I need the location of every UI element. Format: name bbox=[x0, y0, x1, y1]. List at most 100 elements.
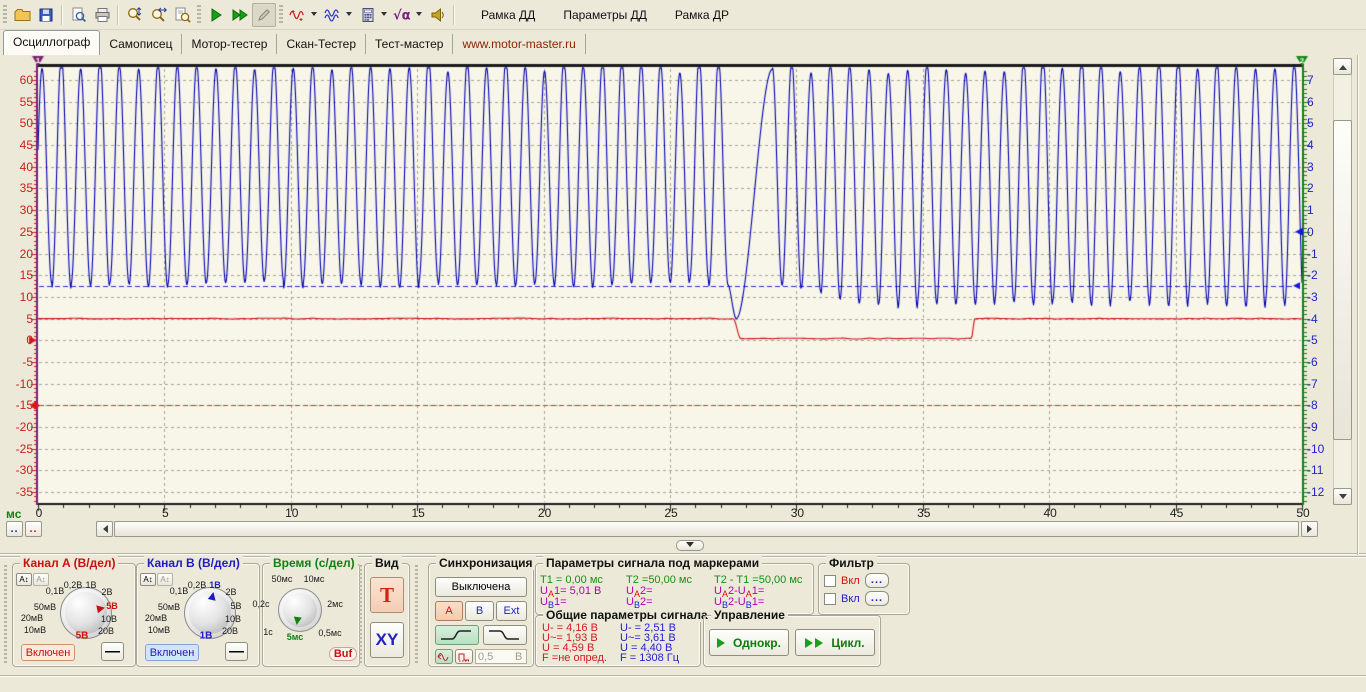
time-axis-tick-label: 30 bbox=[782, 506, 812, 520]
knob-label[interactable]: 0,2с bbox=[252, 599, 269, 609]
filter-a-more-button[interactable]: ... bbox=[865, 573, 889, 588]
separator bbox=[0, 553, 1366, 555]
ua1-value: UА1= 5,01 В bbox=[540, 586, 601, 597]
time-axis-tick-label: 50 bbox=[1288, 506, 1318, 520]
left-axis-tick-label: 15 bbox=[0, 268, 33, 282]
left-axis-tick-label: -5 bbox=[0, 355, 33, 369]
knob-selected-value: 5В bbox=[76, 631, 89, 642]
channel-a-gain-knob[interactable]: 0,1В0,2В1В2В5В10В20В10мВ20мВ50мВ5В bbox=[14, 566, 132, 642]
scope-plot[interactable] bbox=[0, 0, 1366, 545]
knob-label[interactable]: 2В bbox=[101, 587, 112, 597]
left-axis-tick-label: 50 bbox=[0, 116, 33, 130]
time-axis-tick-label: 25 bbox=[656, 506, 686, 520]
falling-edge-icon[interactable] bbox=[483, 625, 527, 645]
knob-label[interactable]: 0,5мс bbox=[318, 628, 341, 638]
knob-label[interactable]: 10В bbox=[225, 614, 241, 624]
knob-label[interactable]: 10В bbox=[101, 614, 117, 624]
time-axis-tick-label: 15 bbox=[403, 506, 433, 520]
left-axis-tick-label: 5 bbox=[0, 312, 33, 326]
knob-label[interactable]: 1с bbox=[263, 627, 273, 637]
view-title: Вид bbox=[372, 556, 402, 570]
left-axis-tick-label: 40 bbox=[0, 160, 33, 174]
knob-label[interactable]: 0,2В bbox=[64, 580, 83, 590]
sync-off-button[interactable]: Выключена bbox=[435, 577, 527, 597]
sync-source-ext-button[interactable]: Ext bbox=[496, 601, 527, 621]
knob-pointer bbox=[292, 616, 302, 629]
left-axis-tick-label: -35 bbox=[0, 485, 33, 499]
knob-label[interactable]: 10мВ bbox=[24, 625, 46, 635]
filter-title: Фильтр bbox=[826, 556, 877, 570]
knob-label[interactable]: 0,1В bbox=[46, 586, 65, 596]
knob-label[interactable]: 5мс bbox=[287, 632, 304, 642]
sync-source-b-button[interactable]: B bbox=[465, 601, 494, 621]
pulse-level-icon[interactable] bbox=[455, 649, 473, 664]
channel-b-power-button[interactable]: Включен bbox=[145, 644, 199, 661]
cycle-run-button[interactable]: Цикл. bbox=[795, 629, 875, 656]
knob-label[interactable]: 50мс bbox=[272, 574, 293, 584]
channel-a-power-button[interactable]: Включен bbox=[21, 644, 75, 661]
scroll-right-icon[interactable] bbox=[1301, 521, 1318, 537]
scroll-up-icon[interactable] bbox=[1333, 58, 1352, 75]
knob-label[interactable]: 20В bbox=[222, 626, 238, 636]
time-axis-tick-label: 0 bbox=[24, 506, 54, 520]
filter-b-more-button[interactable]: ... bbox=[865, 591, 889, 606]
left-axis-tick-label: 35 bbox=[0, 181, 33, 195]
knob-label[interactable]: 0,1В bbox=[170, 586, 189, 596]
filter-b-checkbox[interactable] bbox=[824, 593, 836, 605]
time-axis-tick-label: 35 bbox=[909, 506, 939, 520]
knob-label[interactable]: 20мВ bbox=[21, 613, 43, 623]
time-axis-tick-label: 10 bbox=[277, 506, 307, 520]
channel-a-invert-button[interactable]: — bbox=[101, 642, 124, 661]
single-run-button[interactable]: Однокр. bbox=[709, 629, 789, 656]
panel-grip[interactable] bbox=[415, 565, 418, 663]
filter-a-checkbox[interactable] bbox=[824, 575, 836, 587]
channel-b-gain-knob[interactable]: 0,1В0,2В1В2В5В10В20В10мВ20мВ50мВ1В bbox=[138, 566, 256, 642]
horizontal-scrollbar-thumb[interactable] bbox=[114, 521, 1299, 537]
time-view-button[interactable]: T bbox=[370, 577, 404, 613]
knob-label[interactable]: 5В bbox=[230, 601, 241, 611]
panel-grip[interactable] bbox=[4, 565, 7, 663]
knob-label[interactable]: 10мс bbox=[304, 574, 325, 584]
vertical-scrollbar-thumb[interactable] bbox=[1333, 120, 1352, 440]
knob-label[interactable]: 20В bbox=[98, 626, 114, 636]
left-axis-tick-label: -30 bbox=[0, 463, 33, 477]
time-base-knob[interactable]: 50мс 10мс 2мс 0,5мс 5мс 1с 0,2с bbox=[252, 566, 348, 654]
xy-view-button[interactable]: XY bbox=[370, 622, 404, 658]
channel-b-invert-button[interactable]: — bbox=[225, 642, 248, 661]
time-axis-tick-label: 5 bbox=[150, 506, 180, 520]
motor-master-app: √α Рамка ДД Параметры ДД Рамка ДР Осцилл… bbox=[0, 0, 1366, 692]
knob-label[interactable]: 0,2В bbox=[188, 580, 207, 590]
knob-label[interactable]: 50мВ bbox=[34, 602, 56, 612]
scroll-left-icon[interactable] bbox=[96, 521, 113, 537]
time-axis-tick-label: 40 bbox=[1035, 506, 1065, 520]
knob-label[interactable]: 20мВ bbox=[145, 613, 167, 623]
status-bar bbox=[0, 676, 1366, 692]
left-axis-tick-label: -25 bbox=[0, 442, 33, 456]
knob-label[interactable]: 1В bbox=[85, 580, 96, 590]
left-axis-tick-label: -10 bbox=[0, 377, 33, 391]
knob-label[interactable]: 50мВ bbox=[158, 602, 180, 612]
sync-source-a-button[interactable]: А bbox=[435, 601, 463, 621]
marker-1-goto-button[interactable]: .. bbox=[6, 521, 23, 537]
left-axis-tick-label: 25 bbox=[0, 225, 33, 239]
knob-label[interactable]: 2В bbox=[225, 587, 236, 597]
collapse-panel-button[interactable] bbox=[676, 540, 704, 551]
marker-2-goto-button[interactable]: .. bbox=[25, 521, 42, 537]
knob-selected-value: 1В bbox=[200, 631, 213, 642]
x-axis-unit-label: мс bbox=[6, 507, 21, 521]
panel-grip[interactable] bbox=[359, 565, 362, 663]
common-params-title: Общие параметры сигнала bbox=[543, 608, 711, 622]
fa-value: F =не опред. bbox=[542, 653, 607, 664]
play-icon bbox=[815, 638, 828, 648]
time-axis-tick-label: 20 bbox=[530, 506, 560, 520]
knob-label[interactable]: 2мс bbox=[327, 599, 343, 609]
scroll-down-icon[interactable] bbox=[1333, 488, 1352, 505]
left-axis-tick-label: 30 bbox=[0, 203, 33, 217]
ub1-value: UВ1= bbox=[540, 597, 567, 608]
ub2-ub1-value: UВ2-UВ1= bbox=[714, 597, 764, 608]
rising-edge-icon[interactable] bbox=[435, 625, 479, 645]
left-axis-tick-label: 45 bbox=[0, 138, 33, 152]
knob-label[interactable]: 10мВ bbox=[148, 625, 170, 635]
wave-level-icon[interactable] bbox=[435, 649, 453, 664]
ub2-value: UВ2= bbox=[626, 597, 653, 608]
